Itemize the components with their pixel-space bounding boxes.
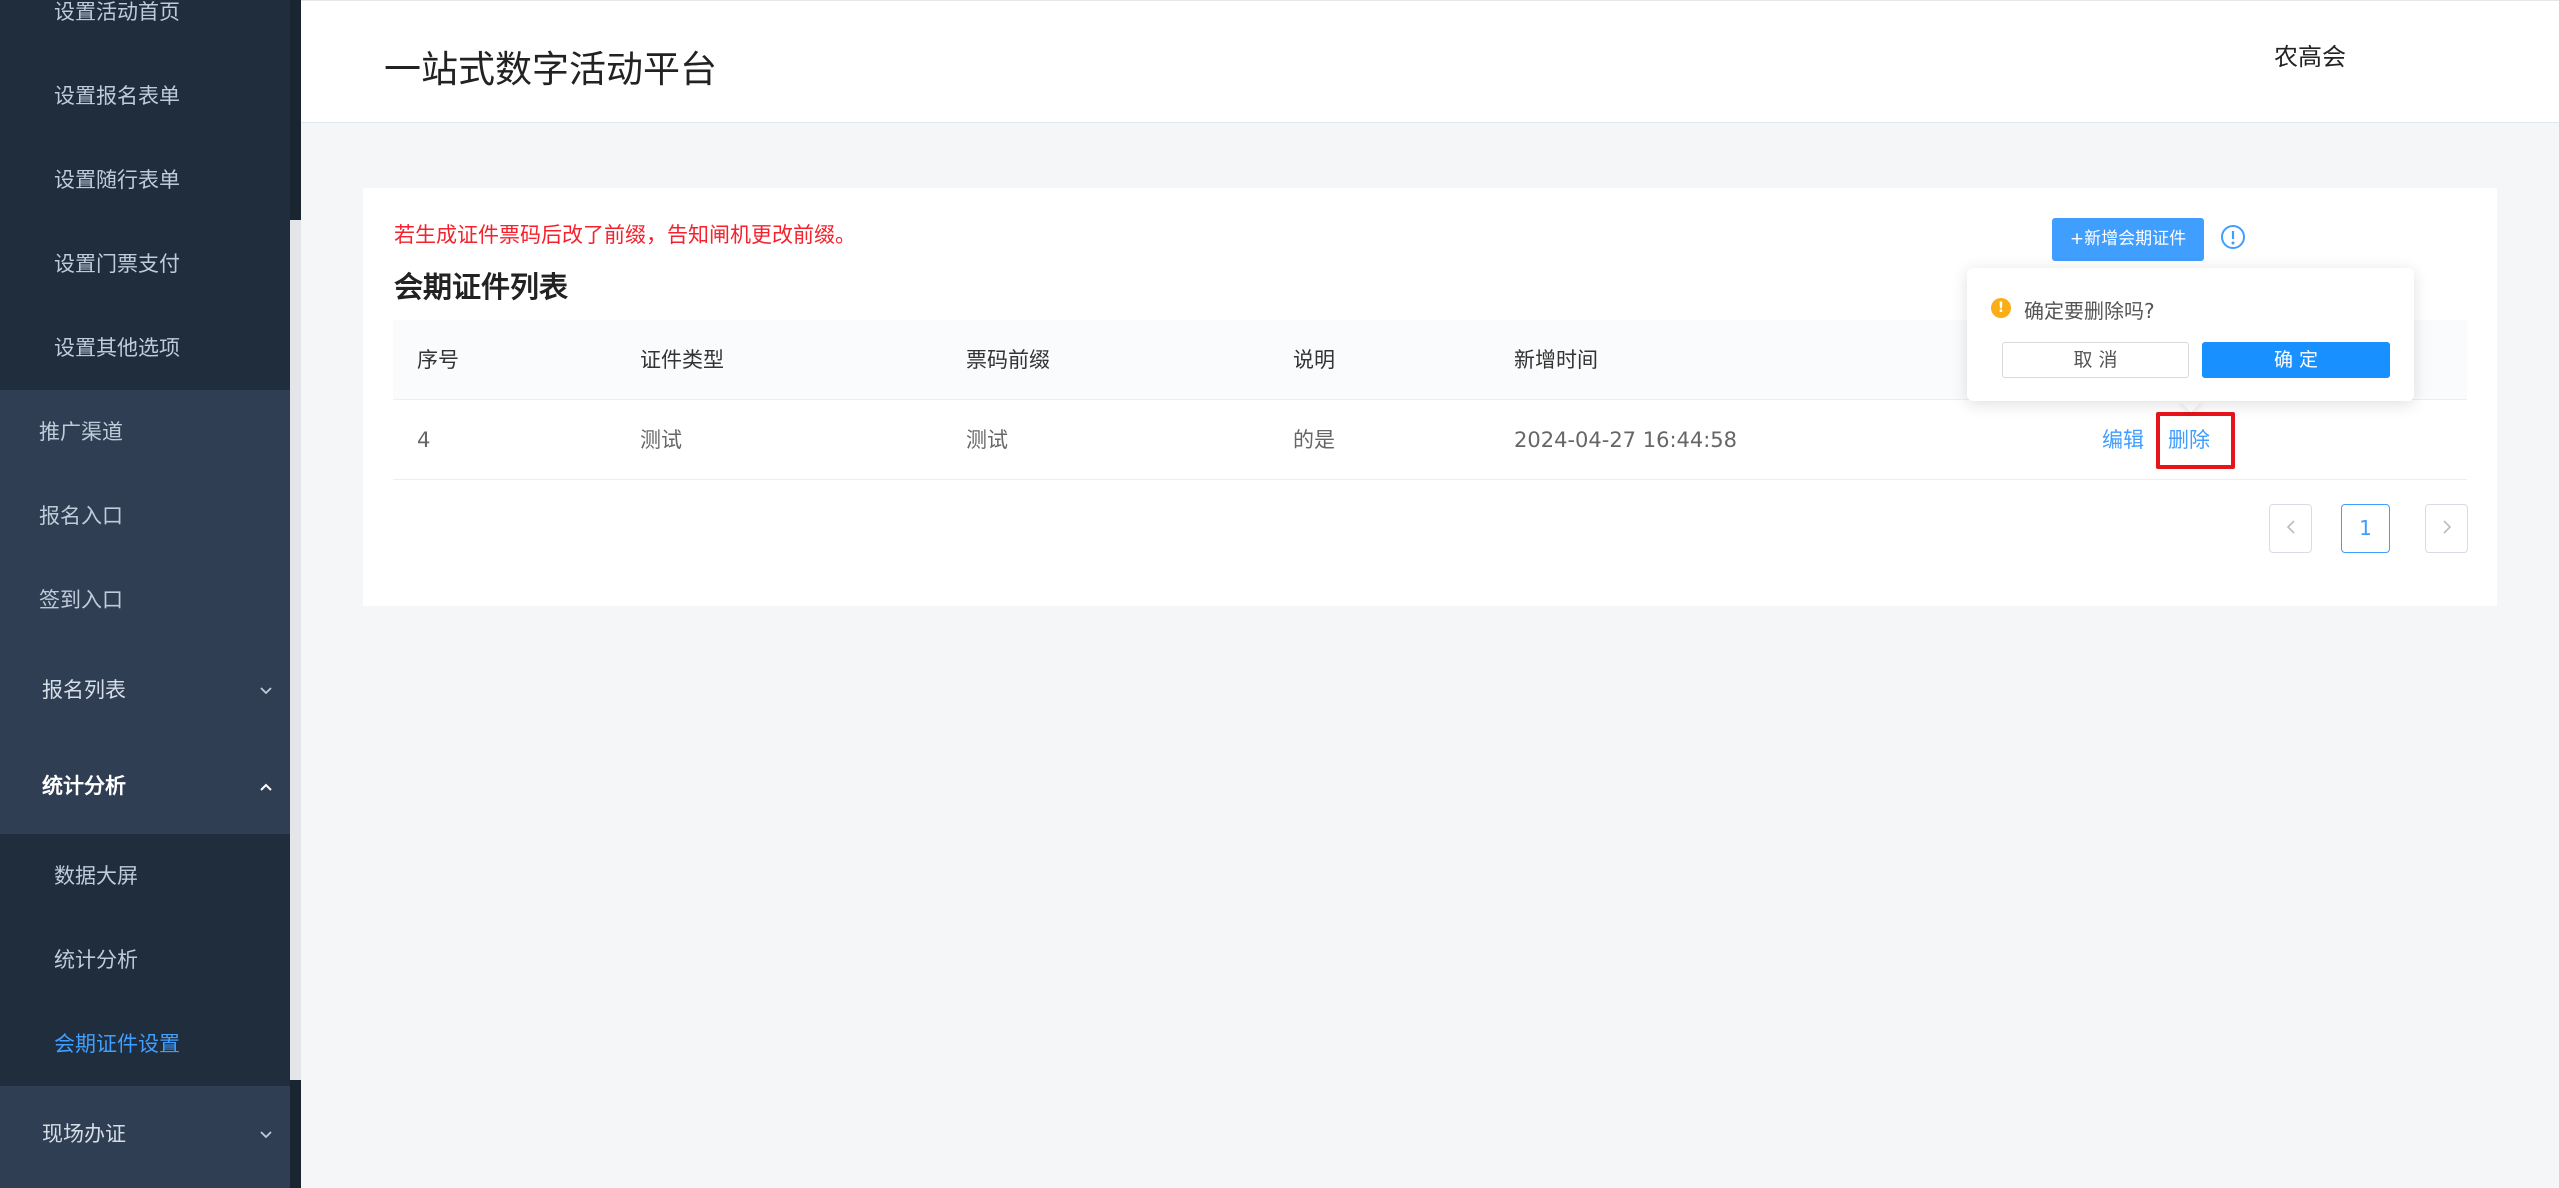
- sidebar-item-label: 统计分析: [42, 774, 126, 798]
- chevron-up-icon: [259, 738, 273, 834]
- chevron-down-icon: [259, 642, 273, 738]
- column-header-time: 新增时间: [1514, 348, 1598, 372]
- sidebar-subitem-other-options[interactable]: 设置其他选项: [0, 306, 301, 390]
- list-title: 会期证件列表: [394, 270, 569, 304]
- edit-link[interactable]: 编辑: [2102, 400, 2144, 480]
- column-header-desc: 说明: [1293, 348, 1335, 372]
- delete-popconfirm: ! 确定要删除吗? 取 消 确 定: [1967, 268, 2414, 401]
- sidebar-subitem-stats-analysis[interactable]: 统计分析: [0, 918, 301, 1002]
- sidebar-subitem-ticket-payment[interactable]: 设置门票支付: [0, 222, 301, 306]
- sidebar-item-label: 报名列表: [42, 678, 126, 702]
- sidebar-item-stats[interactable]: 统计分析: [0, 738, 301, 834]
- sidebar-scrollbar-thumb[interactable]: [290, 220, 301, 1080]
- user-name[interactable]: 农高会: [2274, 37, 2346, 72]
- column-header-index: 序号: [417, 348, 459, 372]
- cancel-button[interactable]: 取 消: [2002, 342, 2189, 378]
- sidebar-subitem-activity-home[interactable]: 设置活动首页: [0, 0, 301, 54]
- sidebar-subgroup-stats: 数据大屏 统计分析 会期证件设置: [0, 834, 301, 1086]
- warning-icon: !: [1991, 298, 2011, 318]
- column-header-type: 证件类型: [640, 348, 724, 372]
- sidebar-item-onsite[interactable]: 现场办证: [0, 1086, 301, 1182]
- cell-prefix: 测试: [966, 428, 1008, 452]
- sidebar-item-label: 现场办证: [42, 1122, 126, 1146]
- popconfirm-message: 确定要删除吗?: [2024, 299, 2155, 323]
- sidebar-item-promotion[interactable]: 推广渠道: [0, 390, 301, 474]
- sidebar-subgroup-settings: 设置活动首页 设置报名表单 设置随行表单 设置门票支付 设置其他选项: [0, 0, 301, 390]
- table-row: 4 测试 测试 的是 2024-04-27 16:44:58 编辑 删除: [393, 400, 2467, 480]
- delete-highlight-box: [2156, 412, 2235, 469]
- chevron-right-icon: [2442, 520, 2451, 534]
- sidebar-subitem-signup-form[interactable]: 设置报名表单: [0, 54, 301, 138]
- sidebar: 设置活动首页 设置报名表单 设置随行表单 设置门票支付 设置其他选项 推广渠道 …: [0, 0, 301, 1188]
- cell-desc: 的是: [1293, 428, 1335, 452]
- column-header-prefix: 票码前缀: [966, 348, 1050, 372]
- prefix-warning-text: 若生成证件票码后改了前缀，告知闸机更改前缀。: [394, 223, 856, 247]
- chevron-left-icon: [2286, 520, 2295, 534]
- sidebar-subitem-companion-form[interactable]: 设置随行表单: [0, 138, 301, 222]
- confirm-button[interactable]: 确 定: [2202, 342, 2390, 378]
- page-title: 一站式数字活动平台: [384, 48, 717, 91]
- pagination-page-1[interactable]: 1: [2341, 504, 2390, 553]
- sidebar-item-signup-entry[interactable]: 报名入口: [0, 474, 301, 558]
- sidebar-item-signup-list[interactable]: 报名列表: [0, 642, 301, 738]
- top-header: 一站式数字活动平台 农高会: [301, 0, 2559, 123]
- cell-type: 测试: [640, 428, 682, 452]
- pagination-next-button[interactable]: [2425, 504, 2468, 553]
- sidebar-subitem-data-screen[interactable]: 数据大屏: [0, 834, 301, 918]
- chevron-down-icon: [259, 1086, 273, 1182]
- cell-index: 4: [417, 428, 431, 452]
- pagination-prev-button[interactable]: [2269, 504, 2312, 553]
- add-credential-button[interactable]: +新增会期证件: [2052, 218, 2204, 261]
- info-icon[interactable]: [2219, 223, 2247, 251]
- sidebar-subitem-credential-settings[interactable]: 会期证件设置: [0, 1002, 301, 1086]
- cell-time: 2024-04-27 16:44:58: [1514, 428, 1738, 452]
- sidebar-item-checkin-entry[interactable]: 签到入口: [0, 558, 301, 642]
